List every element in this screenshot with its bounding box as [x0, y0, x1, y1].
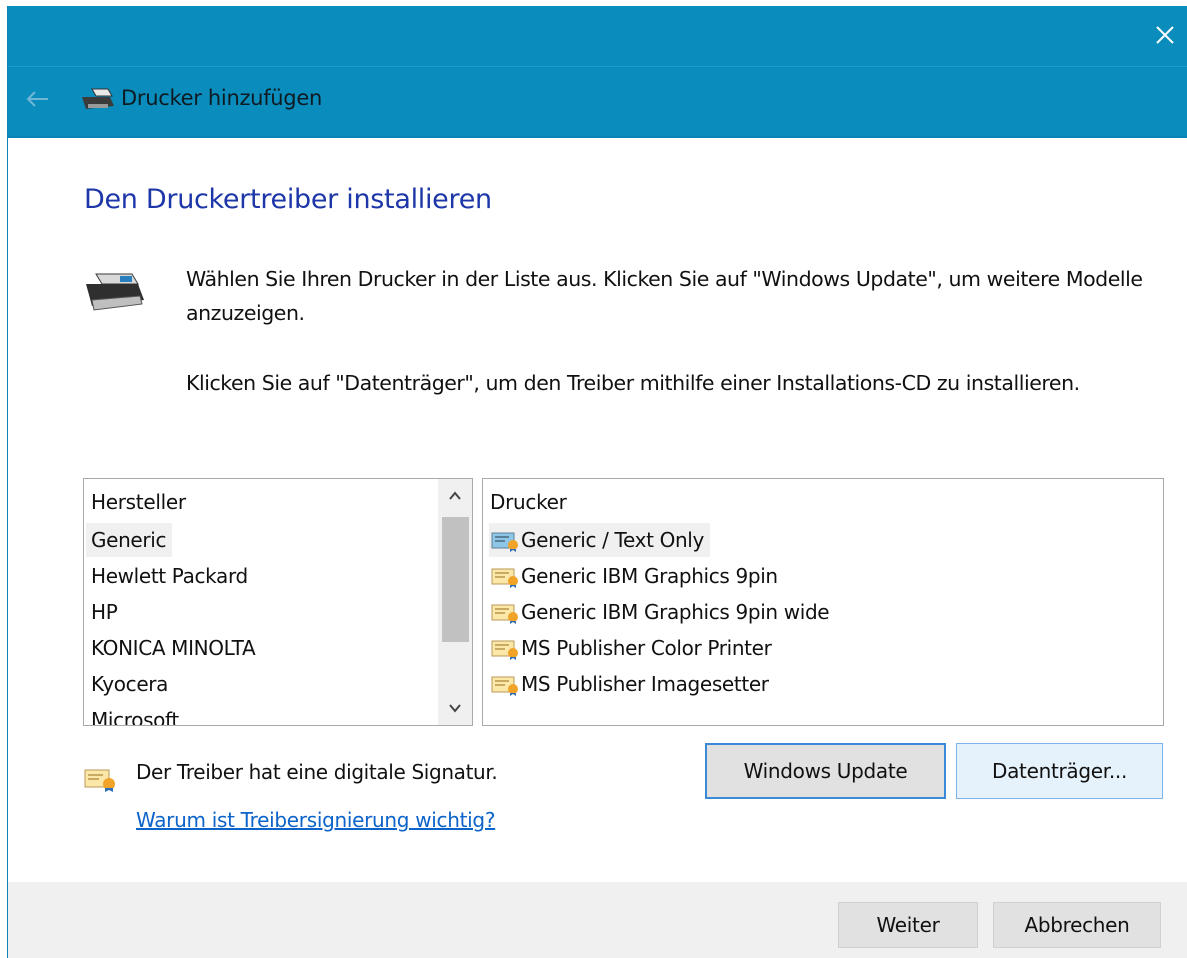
manufacturer-item-hp[interactable]: HP	[86, 595, 123, 629]
title-bar-border	[8, 136, 1187, 138]
printer-item[interactable]: Generic IBM Graphics 9pin wide	[489, 595, 835, 629]
printer-item-label: MS Publisher Color Printer	[521, 636, 772, 660]
certificate-icon	[491, 532, 518, 552]
manufacturer-list-header: Hersteller	[91, 490, 186, 514]
scrollbar-thumb[interactable]	[442, 517, 469, 642]
description-line-2: Klicken Sie auf "Datenträger", um den Tr…	[186, 371, 1080, 395]
manufacturer-list[interactable]: Hersteller Generic Hewlett Packard HP KO…	[83, 478, 473, 726]
printer-item-label: Generic IBM Graphics 9pin wide	[521, 600, 830, 624]
printer-item-label: Generic / Text Only	[521, 528, 704, 552]
printer-list-header: Drucker	[490, 490, 567, 514]
printer-item[interactable]: Generic / Text Only	[489, 523, 710, 557]
cancel-button[interactable]: Abbrechen	[993, 902, 1161, 948]
printer-icon	[82, 88, 114, 109]
have-disk-button[interactable]: Datenträger...	[956, 743, 1163, 799]
certificate-icon	[491, 604, 518, 624]
back-arrow-icon[interactable]	[22, 88, 52, 110]
certificate-icon	[491, 676, 518, 696]
windows-update-button[interactable]: Windows Update	[705, 743, 946, 799]
manufacturer-item-generic[interactable]: Generic	[86, 523, 173, 557]
printer-item-label: MS Publisher Imagesetter	[521, 672, 769, 696]
title-bar: Drucker hinzufügen	[8, 6, 1187, 136]
description-line-1: Wählen Sie Ihren Drucker in der Liste au…	[186, 267, 1143, 325]
page-title: Den Druckertreiber installieren	[84, 184, 492, 215]
printer-item[interactable]: MS Publisher Color Printer	[489, 631, 778, 665]
manufacturer-scrollbar[interactable]	[438, 479, 472, 725]
manufacturer-item-microsoft[interactable]: Microsoft	[86, 703, 185, 725]
next-button[interactable]: Weiter	[838, 902, 978, 948]
driver-signing-link[interactable]: Warum ist Treibersignierung wichtig?	[136, 808, 495, 832]
close-icon[interactable]	[1150, 20, 1180, 50]
scroll-up-icon[interactable]	[444, 485, 466, 507]
certificate-icon	[491, 640, 518, 660]
signature-status-text: Der Treiber hat eine digitale Signatur.	[136, 760, 498, 784]
certificate-icon	[84, 769, 115, 792]
printer-large-icon	[86, 273, 144, 311]
title-bar-divider	[8, 66, 1187, 67]
certificate-icon	[491, 568, 518, 588]
manufacturer-item-konica-minolta[interactable]: KONICA MINOLTA	[86, 631, 261, 665]
scroll-down-icon[interactable]	[444, 697, 466, 719]
printer-item[interactable]: MS Publisher Imagesetter	[489, 667, 775, 701]
printer-list[interactable]: Drucker Generic / Text Only Generic IBM …	[482, 478, 1164, 726]
printer-item[interactable]: Generic IBM Graphics 9pin	[489, 559, 784, 593]
printer-item-label: Generic IBM Graphics 9pin	[521, 564, 778, 588]
add-printer-dialog: Drucker hinzufügen Den Druckertreiber in…	[7, 6, 1187, 958]
manufacturer-item-kyocera[interactable]: Kyocera	[86, 667, 174, 701]
window-title: Drucker hinzufügen	[121, 86, 322, 110]
manufacturer-item-hewlett-packard[interactable]: Hewlett Packard	[86, 559, 254, 593]
